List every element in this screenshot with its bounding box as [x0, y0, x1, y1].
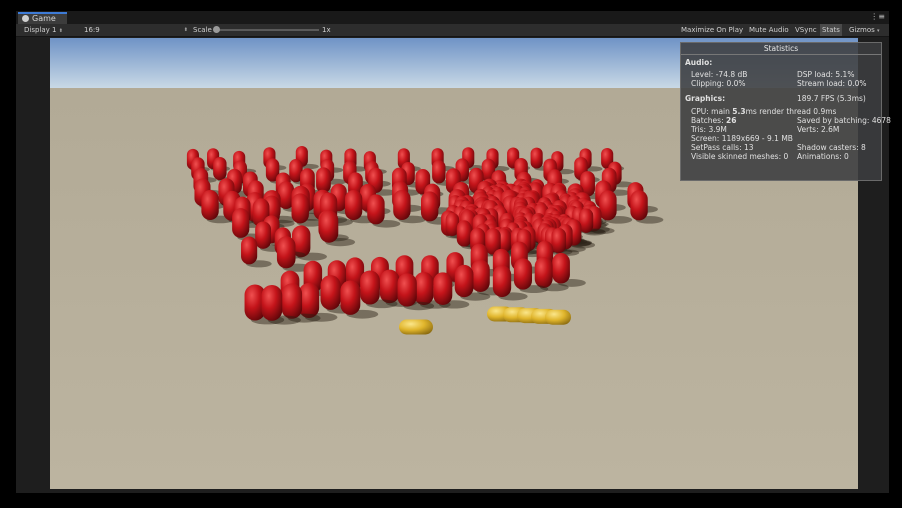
aspect-label: 16:9	[84, 26, 100, 34]
level-value: -74.8 dB	[715, 70, 748, 79]
visible-skinned-meshes: Visible skinned meshes: 0	[691, 152, 789, 161]
cpu-main-value: 5.3	[732, 107, 746, 116]
stream-label: Stream load:	[797, 79, 846, 88]
capsule	[344, 190, 363, 221]
stream-value: 0.0%	[847, 79, 867, 88]
capsule	[471, 259, 490, 292]
display-dropdown[interactable]: Display 1 ⬍	[24, 24, 63, 37]
stats-divider	[681, 54, 881, 55]
fps-readout: 189.7 FPS (5.3ms)	[797, 94, 866, 103]
capsule	[393, 189, 411, 220]
stats-title: Statistics	[763, 44, 799, 53]
maximize-on-play-button[interactable]: Maximize On Play	[679, 24, 745, 36]
display-dropdown-arrow-icon: ⬍	[58, 28, 63, 34]
window-menu-icon[interactable]: ⋮≡	[870, 12, 885, 22]
scale-value: 1x	[322, 26, 331, 34]
statistics-panel: Statistics Audio: Level: -74.8 dB Clippi…	[680, 42, 891, 181]
capsule	[492, 265, 512, 298]
batches: Batches: 26	[691, 116, 736, 125]
scale-label: Scale	[193, 26, 212, 34]
tab-bar: Game ⋮≡	[16, 11, 889, 24]
capsule	[320, 275, 341, 310]
highlighted-capsule	[399, 319, 433, 335]
shadow-casters: Shadow casters: 8	[797, 143, 866, 152]
capsule	[255, 221, 272, 249]
capsule	[367, 194, 385, 225]
game-toolbar: Display 1 ⬍ 16:9 ⬍ Scale 1x Maximize On P…	[16, 24, 889, 37]
dsp-label: DSP load:	[797, 70, 833, 79]
capsule	[456, 221, 472, 247]
capsule	[360, 270, 380, 305]
mute-audio-button[interactable]: Mute Audio	[747, 24, 791, 36]
cpu-time: CPU: main 5.3ms render thread 0.9ms	[691, 107, 836, 116]
tab-game-label: Game	[32, 14, 56, 23]
display-label: Display 1	[24, 26, 57, 34]
audio-clipping: Clipping: 0.0%	[691, 79, 746, 88]
clipping-label: Clipping:	[691, 79, 725, 88]
batches-label: Batches:	[691, 116, 724, 125]
scale-slider[interactable]	[214, 29, 319, 31]
capsule	[281, 283, 303, 319]
graphics-heading: Graphics:	[685, 94, 726, 103]
cpu-label: CPU: main	[691, 107, 730, 116]
capsule	[420, 191, 439, 222]
vsync-button[interactable]: VSync	[793, 24, 819, 36]
capsule	[552, 252, 570, 284]
capsule	[397, 273, 417, 307]
capsule	[414, 272, 434, 306]
capsule	[534, 257, 553, 288]
saved-by-batching: Saved by batching: 4678	[797, 116, 891, 125]
capsule	[276, 236, 296, 269]
capsule	[432, 160, 446, 184]
cpu-rest: ms render thread 0.9ms	[745, 107, 837, 116]
screen-info: Screen: 1189x669 - 9.1 MB	[691, 134, 793, 143]
setpass-calls: SetPass calls: 13	[691, 143, 754, 152]
capsule	[551, 228, 567, 254]
capsule	[379, 269, 400, 304]
capsule	[530, 147, 543, 169]
capsule	[433, 272, 453, 306]
capsule	[319, 210, 339, 243]
stream-load: Stream load: 0.0%	[797, 79, 867, 88]
capsule	[232, 208, 250, 238]
capsule	[316, 167, 331, 193]
clipping-value: 0.0%	[726, 79, 746, 88]
capsule	[599, 190, 617, 221]
capsule	[241, 236, 258, 265]
game-controller-icon	[22, 15, 29, 22]
capsule	[261, 284, 283, 321]
capsule	[630, 190, 648, 221]
scale-slider-handle[interactable]	[213, 26, 220, 33]
gizmos-dropdown-arrow-icon: ▾	[877, 28, 880, 34]
audio-heading: Audio:	[685, 58, 713, 67]
aspect-dropdown[interactable]: 16:9 ⬍	[84, 24, 188, 36]
dsp-value: 5.1%	[835, 70, 855, 79]
tab-game[interactable]: Game	[18, 12, 67, 24]
highlighted-capsule	[545, 309, 571, 325]
animations: Animations: 0	[797, 152, 849, 161]
gizmos-dropdown[interactable]: Gizmos ▾	[847, 24, 882, 36]
game-window: Game ⋮≡ Display 1 ⬍ 16:9 ⬍ Scale 1x Maxim…	[16, 11, 891, 493]
tris: Tris: 3.9M	[691, 125, 727, 134]
dsp-load: DSP load: 5.1%	[797, 70, 854, 79]
capsule	[213, 156, 227, 181]
capsule	[340, 280, 361, 315]
stats-button[interactable]: Stats	[820, 24, 842, 36]
capsule	[291, 193, 309, 224]
batches-value: 26	[726, 116, 737, 125]
capsule	[454, 264, 474, 298]
aspect-dropdown-arrow-icon: ⬍	[183, 27, 188, 33]
level-label: Level:	[691, 70, 714, 79]
verts: Verts: 2.6M	[797, 125, 840, 134]
capsule	[513, 258, 533, 290]
capsule	[201, 190, 219, 221]
gizmos-label: Gizmos	[849, 26, 875, 34]
audio-level: Level: -74.8 dB	[691, 70, 747, 79]
